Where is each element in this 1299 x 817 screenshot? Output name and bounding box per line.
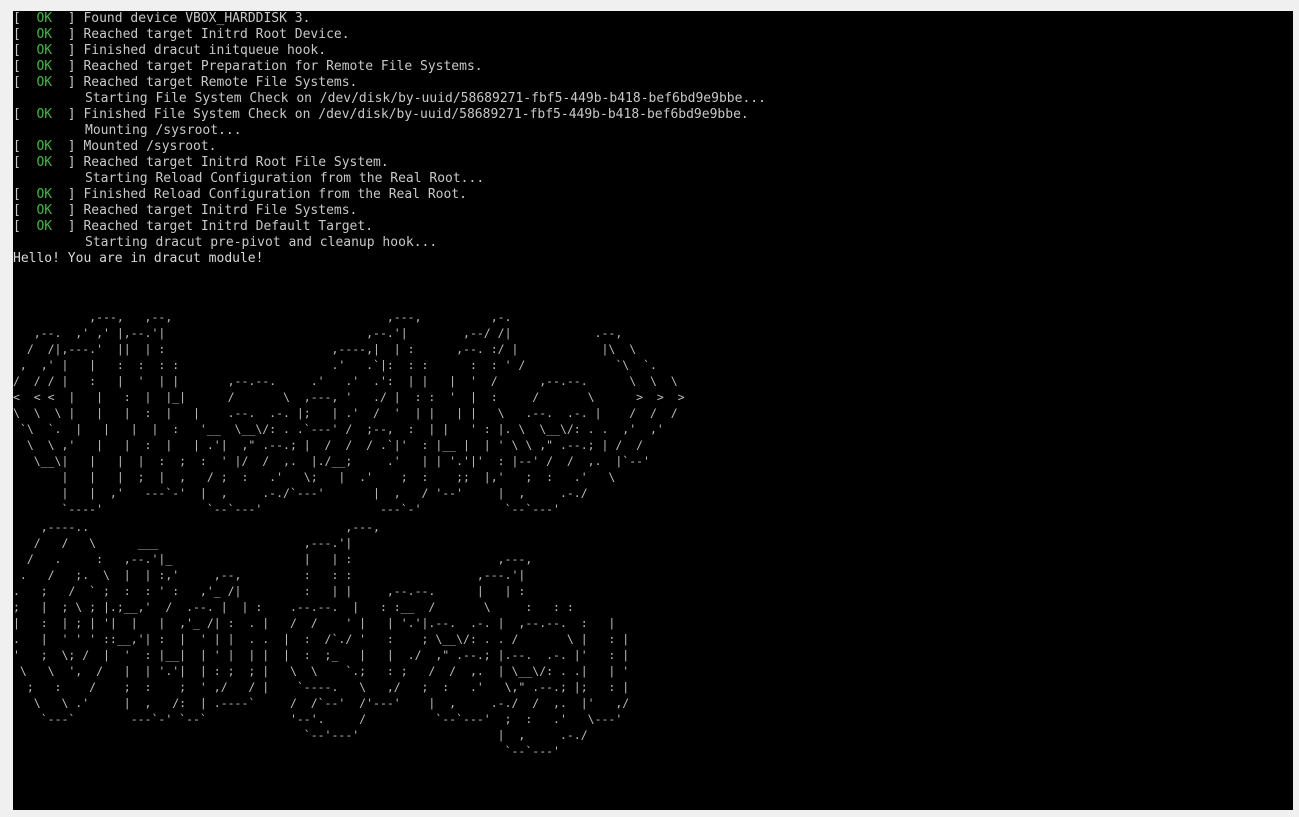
status-ok-badge: OK (36, 59, 53, 74)
boot-log-line-ok: [ OK ] Reached target Remote File System… (13, 75, 766, 91)
status-bracket-open: [ (13, 203, 37, 218)
boot-log-message: Starting dracut pre-pivot and cleanup ho… (85, 235, 438, 250)
boot-log-message: Reached target Initrd Root Device. (83, 27, 350, 42)
ascii-banner-top: ,---, ,--, ,---, ,-. ,--. ,' ,' |,--.'| … (13, 310, 685, 516)
status-ok-badge: OK (36, 219, 53, 234)
status-bracket-open: [ (13, 139, 37, 154)
boot-log-message: Reached target Initrd Root File System. (83, 155, 389, 170)
boot-log-message: Finished File System Check on /dev/disk/… (83, 107, 749, 122)
boot-log-line-pending: Starting dracut pre-pivot and cleanup ho… (13, 235, 766, 251)
status-bracket-open: [ (13, 75, 37, 90)
boot-log-line-pending: Mounting /sysroot... (13, 123, 766, 139)
status-bracket-close: ] (52, 139, 84, 154)
boot-log-line-ok: [ OK ] Reached target Initrd Root File S… (13, 155, 766, 171)
status-bracket-open: [ (13, 59, 37, 74)
status-bracket-open: [ (13, 219, 37, 234)
boot-log-line-ok: [ OK ] Found device VBOX_HARDDISK 3. (13, 11, 766, 27)
ascii-banner-bottom: ,----.. ,---, / / \ ___ ,---.'| / . : ,-… (13, 520, 630, 758)
boot-log-line-ok: [ OK ] Reached target Initrd Root Device… (13, 27, 766, 43)
status-ok-badge: OK (36, 203, 53, 218)
status-bracket-close: ] (52, 187, 84, 202)
status-ok-badge: OK (36, 11, 53, 26)
boot-log-line-ok: [ OK ] Finished Reload Configuration fro… (13, 187, 766, 203)
status-ok-badge: OK (36, 27, 53, 42)
boot-log-line-pending: Starting File System Check on /dev/disk/… (13, 91, 766, 107)
status-bracket-open: [ (13, 187, 37, 202)
boot-log-message: Reached target Initrd File Systems. (83, 203, 358, 218)
vm-window-frame: [ OK ] Found device VBOX_HARDDISK 3.[ OK… (0, 0, 1299, 817)
status-bracket-close: ] (52, 75, 84, 90)
status-ok-badge: OK (36, 155, 53, 170)
boot-log-message: Starting File System Check on /dev/disk/… (85, 91, 766, 106)
status-bracket-close: ] (52, 219, 84, 234)
boot-log-line-ok: [ OK ] Reached target Preparation for Re… (13, 59, 766, 75)
boot-log-message: Found device VBOX_HARDDISK 3. (83, 11, 311, 26)
status-bracket-close: ] (52, 59, 84, 74)
boot-log-message: Finished Reload Configuration from the R… (83, 187, 467, 202)
vm-console-screen[interactable]: [ OK ] Found device VBOX_HARDDISK 3.[ OK… (13, 11, 1293, 810)
status-bracket-close: ] (52, 203, 84, 218)
boot-log-line-ok: [ OK ] Finished File System Check on /de… (13, 107, 766, 123)
status-bracket-close: ] (52, 43, 84, 58)
boot-log-message: Reached target Initrd Default Target. (83, 219, 374, 234)
boot-log-message: Mounted /sysroot. (83, 139, 217, 154)
status-bracket-open: [ (13, 11, 37, 26)
boot-log-line-pending: Starting Reload Configuration from the R… (13, 171, 766, 187)
status-ok-badge: OK (36, 139, 53, 154)
status-bracket-close: ] (52, 11, 84, 26)
hello-message: Hello! You are in dracut module! (13, 251, 264, 266)
status-ok-badge: OK (36, 107, 53, 122)
status-bracket-close: ] (52, 27, 84, 42)
status-ok-badge: OK (36, 187, 53, 202)
status-bracket-open: [ (13, 43, 37, 58)
status-bracket-close: ] (52, 155, 84, 170)
status-ok-badge: OK (36, 75, 53, 90)
boot-log-message: Reached target Preparation for Remote Fi… (83, 59, 483, 74)
boot-log-message: Finished dracut initqueue hook. (83, 43, 327, 58)
boot-log-line-ok: [ OK ] Mounted /sysroot. (13, 139, 766, 155)
status-bracket-open: [ (13, 27, 37, 42)
boot-log-line-ok: [ OK ] Reached target Initrd File System… (13, 203, 766, 219)
status-bracket-open: [ (13, 155, 37, 170)
boot-log-message: Reached target Remote File Systems. (83, 75, 358, 90)
boot-log-message: Mounting /sysroot... (85, 123, 242, 138)
status-ok-badge: OK (36, 43, 53, 58)
status-bracket-open: [ (13, 107, 37, 122)
boot-log: [ OK ] Found device VBOX_HARDDISK 3.[ OK… (13, 11, 766, 267)
boot-log-line-ok: [ OK ] Finished dracut initqueue hook. (13, 43, 766, 59)
boot-log-line-ok: [ OK ] Reached target Initrd Default Tar… (13, 219, 766, 235)
boot-log-message: Starting Reload Configuration from the R… (85, 171, 485, 186)
status-bracket-close: ] (52, 107, 84, 122)
